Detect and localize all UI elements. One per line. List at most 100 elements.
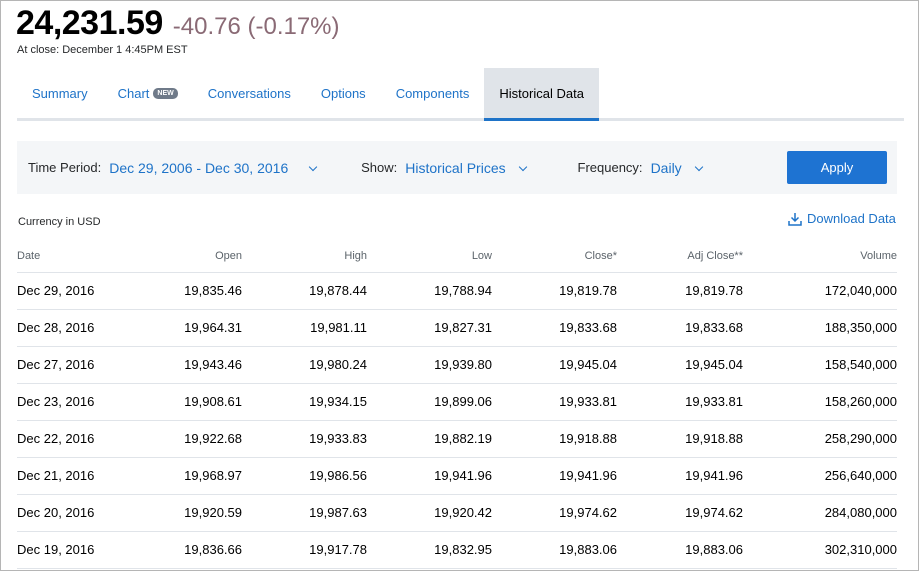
quote-header: 24,231.59 -40.76 (-0.17%) [16,4,340,43]
column-header-close: Close* [492,241,617,273]
cell-adj-close: 19,933.81 [617,383,743,421]
cell-volume: 302,310,000 [743,531,897,569]
show-label: Show: [361,160,398,175]
cell-low: 19,882.19 [367,420,492,458]
table-row: Dec 22, 2016 19,922.68 19,933.83 19,882.19 1… [17,420,897,458]
table-row: Dec 23, 2016 19,908.61 19,934.15 19,899.06 1… [17,383,897,421]
cell-open: 19,908.61 [117,383,242,421]
cell-adj-close: 19,833.68 [617,309,743,347]
cell-date: Dec 21, 2016 [17,457,117,495]
frequency-value: Daily [650,159,682,176]
cell-close: 19,974.62 [492,494,617,532]
column-header-volume: Volume [743,241,897,273]
tab-summary[interactable]: Summary [17,68,103,118]
cell-date: Dec 28, 2016 [17,309,117,347]
page-frame: 24,231.59 -40.76 (-0.17%) At close: Dece… [0,0,919,571]
cell-high: 19,878.44 [242,272,367,310]
apply-button[interactable]: Apply [787,151,887,184]
cell-adj-close: 19,819.78 [617,272,743,310]
table-row: Dec 20, 2016 19,920.59 19,987.63 19,920.42 1… [17,494,897,532]
column-header-date: Date [17,241,117,273]
cell-volume: 256,640,000 [743,457,897,495]
filter-bar: Time Period: Dec 29, 2006 - Dec 30, 2016… [17,141,897,194]
cell-high: 19,981.11 [242,309,367,347]
currency-note: Currency in USD [18,216,101,228]
cell-date: Dec 27, 2016 [17,346,117,384]
cell-date: Dec 19, 2016 [17,531,117,569]
cell-volume: 158,260,000 [743,383,897,421]
cell-adj-close: 19,974.62 [617,494,743,532]
time-period-value: Dec 29, 2006 - Dec 30, 2016 [109,159,289,176]
column-header-open: Open [117,241,242,273]
column-header-high: High [242,241,367,273]
cell-close: 19,945.04 [492,346,617,384]
cell-date: Dec 29, 2016 [17,272,117,310]
cell-high: 19,987.63 [242,494,367,532]
tab-label: Components [395,85,470,101]
cell-volume: 188,350,000 [743,309,897,347]
download-label: Download Data [807,211,896,226]
new-badge: NEW [153,87,178,99]
cell-close: 19,883.06 [492,531,617,569]
cell-high: 19,934.15 [242,383,367,421]
download-data-link[interactable]: Download Data [788,211,896,226]
tab-bar: Summary Chart NEW Conversations Options … [17,68,904,121]
tab-historical-data[interactable]: Historical Data [484,68,599,121]
cell-high: 19,917.78 [242,531,367,569]
download-icon [788,212,802,226]
cell-open: 19,964.31 [117,309,242,347]
tab-conversations[interactable]: Conversations [193,68,306,118]
cell-high: 19,980.24 [242,346,367,384]
cell-date: Dec 22, 2016 [17,420,117,458]
chevron-down-icon [518,162,527,171]
cell-high: 19,986.56 [242,457,367,495]
time-period-label: Time Period: [28,160,102,175]
cell-adj-close: 19,941.96 [617,457,743,495]
cell-date: Dec 23, 2016 [17,383,117,421]
cell-open: 19,920.59 [117,494,242,532]
cell-low: 19,788.94 [367,272,492,310]
tab-label: Conversations [207,85,291,101]
historical-data-table: Date Open High Low Close* Adj Close** Vo… [17,241,897,569]
tab-label: Historical Data [499,85,584,101]
cell-close: 19,918.88 [492,420,617,458]
show-value: Historical Prices [405,159,506,176]
time-period-dropdown[interactable]: Dec 29, 2006 - Dec 30, 2016 [109,159,318,176]
cell-date: Dec 20, 2016 [17,494,117,532]
cell-open: 19,836.66 [117,531,242,569]
table-row: Dec 29, 2016 19,835.46 19,878.44 19,788.94 1… [17,272,897,310]
frequency-label: Frequency: [577,160,643,175]
column-header-low: Low [367,241,492,273]
chevron-down-icon [308,162,318,171]
cell-low: 19,920.42 [367,494,492,532]
tab-label: Chart [117,85,150,101]
cell-low: 19,832.95 [367,531,492,569]
cell-adj-close: 19,918.88 [617,420,743,458]
chevron-down-icon [694,162,703,171]
cell-close: 19,941.96 [492,457,617,495]
cell-adj-close: 19,883.06 [617,531,743,569]
cell-adj-close: 19,945.04 [617,346,743,384]
tab-label: Summary [32,85,88,101]
cell-volume: 158,540,000 [743,346,897,384]
table-row: Dec 28, 2016 19,964.31 19,981.11 19,827.31 1… [17,309,897,347]
tab-options[interactable]: Options [306,68,381,118]
cell-close: 19,933.81 [492,383,617,421]
tab-components[interactable]: Components [381,68,485,118]
cell-low: 19,941.96 [367,457,492,495]
tab-chart[interactable]: Chart NEW [103,68,193,118]
cell-volume: 258,290,000 [743,420,897,458]
cell-volume: 284,080,000 [743,494,897,532]
cell-close: 19,833.68 [492,309,617,347]
quote-change: -40.76 (-0.17%) [172,13,340,40]
cell-close: 19,819.78 [492,272,617,310]
cell-low: 19,939.80 [367,346,492,384]
cell-volume: 172,040,000 [743,272,897,310]
tab-label: Options [320,85,366,101]
column-header-adj-close: Adj Close** [617,241,743,273]
cell-low: 19,899.06 [367,383,492,421]
show-dropdown[interactable]: Historical Prices [405,159,527,176]
quote-price: 24,231.59 [16,4,163,42]
table-header-row: Date Open High Low Close* Adj Close** Vo… [17,241,897,273]
frequency-dropdown[interactable]: Daily [650,159,703,176]
